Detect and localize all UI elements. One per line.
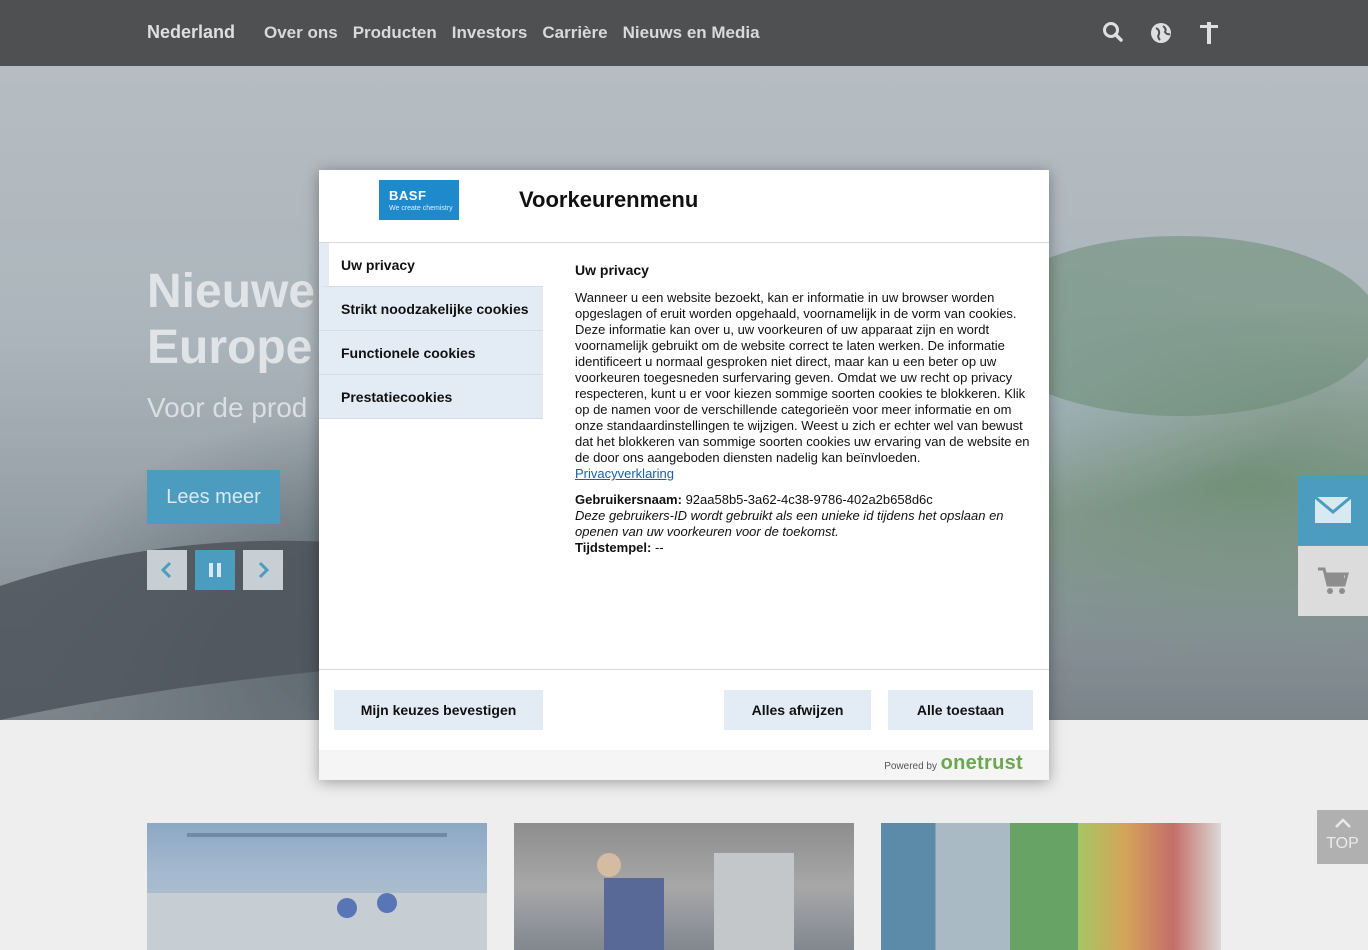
accept-all-button[interactable]: Alle toestaan (888, 690, 1033, 730)
modal-header: BASF We create chemistry Voorkeurenmenu (319, 170, 1049, 243)
username-label: Gebruikersnaam: (575, 492, 682, 507)
powered-by-label: Powered by (884, 761, 937, 772)
modal-title: Voorkeurenmenu (519, 187, 699, 212)
timestamp-value: -- (654, 540, 664, 555)
tab-performance-cookies[interactable]: Prestatiecookies (319, 375, 543, 419)
confirm-choices-button[interactable]: Mijn keuzes bevestigen (334, 690, 543, 730)
username-note: Deze gebruikers-ID wordt gebruikt als ee… (575, 508, 1004, 539)
onetrust-logo[interactable]: onetrust (941, 752, 1023, 775)
privacy-statement-link[interactable]: Privacyverklaring (575, 466, 674, 481)
logo-tagline: We create chemistry (389, 205, 453, 212)
category-tabs: Uw privacy Strikt noodzakelijke cookies … (319, 243, 543, 419)
tab-uw-privacy[interactable]: Uw privacy (319, 243, 543, 287)
timestamp-row: Tijdstempel: -- (575, 540, 1033, 556)
privacy-description: Wanneer u een website bezoekt, kan er in… (575, 290, 1030, 465)
basf-logo: BASF We create chemistry (379, 180, 459, 220)
powered-by-bar: Powered by onetrust (319, 750, 1049, 780)
content-heading: Uw privacy (575, 262, 649, 278)
modal-footer: Mijn keuzes bevestigen Alles afwijzen Al… (319, 669, 1049, 750)
cookie-preferences-modal: BASF We create chemistry Voorkeurenmenu … (319, 170, 1049, 780)
privacy-content: Uw privacy Wanneer u een website bezoekt… (575, 262, 1033, 556)
reject-all-button[interactable]: Alles afwijzen (724, 690, 871, 730)
username-value: 92aa58b5-3a62-4c38-9786-402a2b658d6c (685, 492, 933, 507)
tab-strictly-necessary-cookies[interactable]: Strikt noodzakelijke cookies (319, 287, 543, 331)
timestamp-label: Tijdstempel: (575, 540, 652, 555)
logo-text: BASF (389, 188, 427, 203)
tab-functional-cookies[interactable]: Functionele cookies (319, 331, 543, 375)
username-row: Gebruikersnaam: 92aa58b5-3a62-4c38-9786-… (575, 492, 1033, 508)
